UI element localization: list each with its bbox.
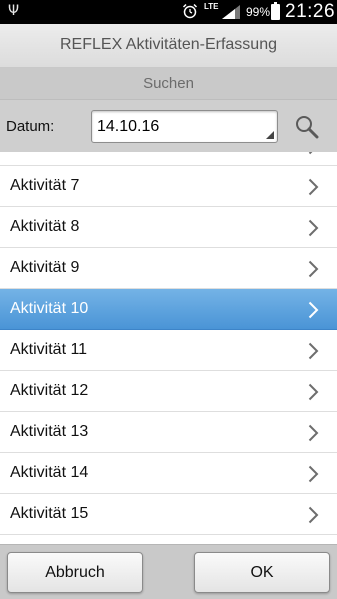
list-item[interactable]: Aktivität 14 <box>0 453 337 494</box>
date-label: Datum: <box>6 118 55 135</box>
date-value: 14.10.16 <box>97 118 160 135</box>
chevron-right-icon <box>308 178 319 196</box>
chevron-right-icon <box>308 301 319 319</box>
list-item[interactable]: Aktivität 8 <box>0 207 337 248</box>
search-icon[interactable] <box>294 114 320 140</box>
chevron-right-icon <box>308 465 319 483</box>
activity-list[interactable]: Aktivität 6 Aktivität 7 Aktivität 8 Aktivit… <box>0 152 337 544</box>
battery-icon <box>271 2 280 20</box>
list-item[interactable]: Aktivität 13 <box>0 412 337 453</box>
status-bar: Ψ LTE 99% 21:26 <box>0 0 337 24</box>
chevron-right-icon <box>308 383 319 401</box>
list-item-label: Aktivität 15 <box>10 505 89 522</box>
signal-strength-icon <box>222 5 240 19</box>
chevron-right-icon <box>308 219 319 237</box>
ok-button[interactable]: OK <box>194 552 330 593</box>
list-item-label: Aktivität 14 <box>10 464 89 481</box>
list-item[interactable]: Aktivität 12 <box>0 371 337 412</box>
alarm-clock-icon <box>182 3 198 19</box>
cancel-button-label: Abbruch <box>45 564 105 581</box>
search-button[interactable]: Suchen <box>0 68 337 100</box>
list-item-label: Aktivität 6 <box>10 152 79 154</box>
app-header: REFLEX Aktivitäten-Erfassung <box>0 24 337 68</box>
chevron-right-icon <box>308 260 319 278</box>
list-item-label: Aktivität 10 <box>10 300 89 317</box>
list-item[interactable]: Aktivität 6 <box>0 152 337 166</box>
clock: 21:26 <box>285 1 336 22</box>
chevron-right-icon <box>308 424 319 442</box>
list-item[interactable]: Aktivität 10 <box>0 289 337 330</box>
battery-percentage: 99% <box>246 5 271 19</box>
chevron-right-icon <box>308 506 319 524</box>
cancel-button[interactable]: Abbruch <box>7 552 143 593</box>
network-type-label: LTE <box>204 2 219 11</box>
search-button-label: Suchen <box>143 75 194 92</box>
footer-toolbar: Abbruch OK <box>0 544 337 599</box>
list-item-label: Aktivität 13 <box>10 423 89 440</box>
usb-icon: Ψ <box>8 3 20 19</box>
list-item-label: Aktivität 8 <box>10 218 80 235</box>
date-filter-row: Datum: 14.10.16 <box>0 100 337 152</box>
list-item-label: Aktivität 9 <box>10 259 80 276</box>
date-input[interactable]: 14.10.16 <box>91 110 278 143</box>
list-item-label: Aktivität 11 <box>10 341 88 358</box>
chevron-right-icon <box>308 152 313 155</box>
dropdown-corner-icon <box>266 131 274 139</box>
list-item-label: Aktivität 12 <box>10 382 89 399</box>
list-item[interactable]: Aktivität 11 <box>0 330 337 371</box>
ok-button-label: OK <box>250 564 274 581</box>
list-item[interactable]: Aktivität 7 <box>0 166 337 207</box>
list-item-label: Aktivität 7 <box>10 177 80 194</box>
app-title: REFLEX Aktivitäten-Erfassung <box>60 36 277 53</box>
list-item[interactable]: Aktivität 9 <box>0 248 337 289</box>
chevron-right-icon <box>308 342 319 360</box>
list-item[interactable]: Aktivität 15 <box>0 494 337 535</box>
